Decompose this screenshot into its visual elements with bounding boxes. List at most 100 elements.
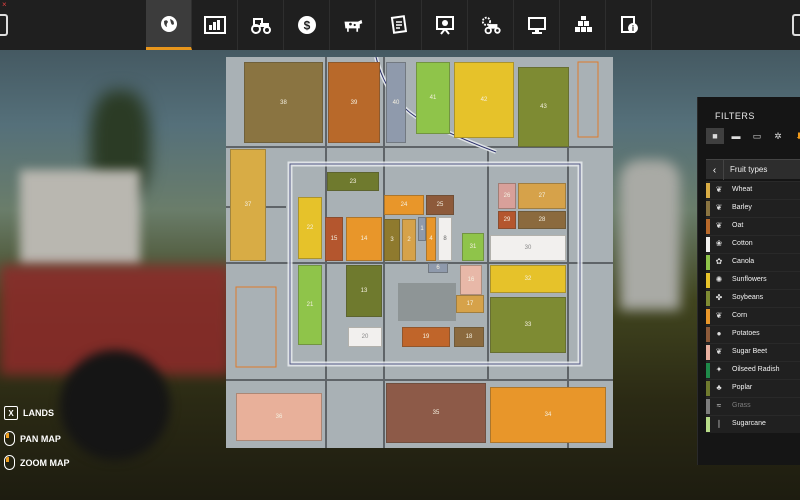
field-33[interactable]: 33	[490, 297, 566, 353]
crop-icon: ❦	[715, 203, 723, 212]
settings-tab[interactable]	[468, 0, 514, 50]
background-barn	[20, 170, 140, 265]
download-filter-icon[interactable]: ⬇	[790, 128, 800, 144]
field-34[interactable]: 34	[490, 387, 606, 443]
stack-tab[interactable]	[560, 0, 606, 50]
crop-item-corn[interactable]: ❦ Corn	[706, 307, 800, 325]
field-42[interactable]: 42	[454, 62, 514, 138]
next-page-bumper-icon[interactable]	[792, 14, 800, 36]
crop-item-sugarcane[interactable]: ❘ Sugarcane	[706, 415, 800, 433]
crop-item-oat[interactable]: ❦ Oat	[706, 217, 800, 235]
crop-icon: ❘	[715, 419, 723, 428]
field-3[interactable]: 3	[384, 219, 400, 261]
crop-icon: ♣	[716, 383, 722, 392]
field-23[interactable]: 23	[327, 172, 379, 191]
field-28[interactable]: 28	[518, 211, 566, 229]
field-35[interactable]: 35	[386, 383, 486, 443]
field-22[interactable]: 22	[298, 197, 322, 259]
truck-filter-icon[interactable]: ▬	[727, 128, 745, 144]
crop-label: Grass	[732, 402, 751, 409]
field-41[interactable]: 41	[416, 62, 450, 134]
lands-hint[interactable]: X LANDS	[4, 406, 54, 420]
field-24[interactable]: 24	[384, 195, 424, 215]
field-label: 41	[429, 95, 437, 101]
farm-map[interactable]: 38 39 40 41 42 43 37 23 24 25 26 27 29 2…	[226, 57, 613, 448]
crop-item-grass[interactable]: ≈ Grass	[706, 397, 800, 415]
crop-label: Oat	[732, 222, 744, 229]
field-4[interactable]: 4	[426, 217, 436, 261]
gear-filter-icon[interactable]: ✲	[769, 128, 787, 144]
crop-icon: ❀	[715, 239, 723, 248]
field-25[interactable]: 25	[426, 195, 454, 215]
field-37[interactable]: 37	[230, 149, 266, 261]
field-32[interactable]: 32	[490, 265, 566, 293]
field-26[interactable]: 26	[498, 183, 516, 209]
field-label: 39	[350, 99, 358, 106]
vehicles-tab[interactable]	[238, 0, 284, 50]
field-2[interactable]: 2	[402, 219, 416, 261]
field-39[interactable]: 39	[328, 62, 380, 143]
field-label: 17	[466, 301, 474, 307]
animals-tab[interactable]	[330, 0, 376, 50]
field-20[interactable]: 20	[348, 327, 382, 347]
trailer-filter-icon[interactable]: ▭	[748, 128, 766, 144]
field-30[interactable]: 30	[490, 235, 566, 261]
help-tab[interactable]: i	[606, 0, 652, 50]
map-tab[interactable]	[146, 0, 192, 50]
field-13[interactable]: 13	[346, 265, 382, 317]
field-label: 2	[407, 237, 411, 243]
crop-item-soybeans[interactable]: ✤ Soybeans	[706, 289, 800, 307]
contracts-tab[interactable]	[376, 0, 422, 50]
field-40[interactable]: 40	[386, 62, 406, 143]
field-17[interactable]: 17	[456, 295, 484, 313]
field-label: 24	[400, 202, 408, 208]
field-21[interactable]: 21	[298, 265, 322, 345]
field-16[interactable]: 16	[460, 265, 482, 295]
crop-item-canola[interactable]: ✿ Canola	[706, 253, 800, 271]
board-icon	[434, 14, 456, 36]
crop-item-cotton[interactable]: ❀ Cotton	[706, 235, 800, 253]
finances-tab[interactable]: $	[284, 0, 330, 50]
field-38[interactable]: 38	[244, 62, 323, 143]
field-6[interactable]: 6	[428, 263, 448, 273]
x-key-icon: X	[4, 406, 18, 420]
crop-label: Corn	[732, 312, 748, 319]
field-27[interactable]: 27	[518, 183, 566, 209]
crop-icon: ❦	[715, 311, 723, 320]
crop-item-wheat[interactable]: ❦ Wheat	[706, 181, 800, 199]
statistics-tab[interactable]	[192, 0, 238, 50]
field-14[interactable]: 14	[346, 217, 382, 261]
field-label: 34	[544, 412, 552, 418]
field-43[interactable]: 43	[518, 67, 569, 147]
pan-map-label: PAN MAP	[20, 433, 61, 444]
chevron-left-icon[interactable]: ‹	[706, 160, 724, 180]
crop-item-sunflowers[interactable]: ✺ Sunflowers	[706, 271, 800, 289]
production-tab[interactable]	[422, 0, 468, 50]
field-36[interactable]: 36	[236, 393, 322, 441]
crop-color-swatch	[706, 273, 710, 288]
crop-color-swatch	[706, 237, 710, 252]
crop-item-potatoes[interactable]: ● Potatoes	[706, 325, 800, 343]
field-15[interactable]: 15	[325, 217, 343, 261]
crop-icon: ✤	[715, 293, 723, 302]
crop-color-swatch	[706, 255, 710, 270]
monitor-tab[interactable]	[514, 0, 560, 50]
field-1[interactable]: 1	[418, 217, 426, 241]
crop-item-poplar[interactable]: ♣ Poplar	[706, 379, 800, 397]
field-18[interactable]: 18	[454, 327, 484, 347]
crop-icon: ●	[716, 329, 722, 338]
crop-item-sugar-beet[interactable]: ❦ Sugar Beet	[706, 343, 800, 361]
field-19[interactable]: 19	[402, 327, 450, 347]
field-8[interactable]: 8	[438, 217, 452, 261]
field-31[interactable]: 31	[462, 233, 484, 261]
field-label: 15	[330, 236, 338, 242]
previous-page-bumper-icon[interactable]	[0, 14, 8, 36]
crop-color-swatch	[706, 381, 710, 396]
field-29[interactable]: 29	[498, 211, 516, 229]
field-label: 1	[420, 226, 424, 232]
crop-item-barley[interactable]: ❦ Barley	[706, 199, 800, 217]
field-label: 16	[467, 277, 475, 283]
crop-item-oilseed-radish[interactable]: ✦ Oilseed Radish	[706, 361, 800, 379]
tractor-filter-icon[interactable]: ■	[706, 128, 724, 144]
field-label: 6	[436, 265, 440, 271]
